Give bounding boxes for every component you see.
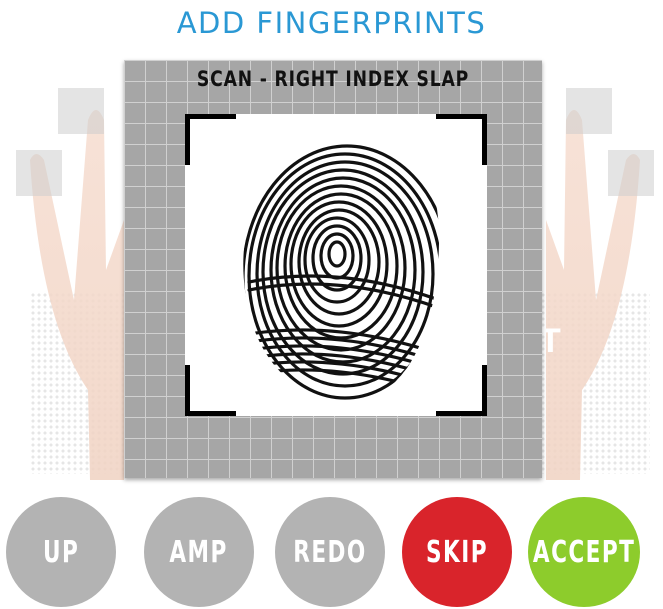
scan-area (185, 114, 487, 416)
skip-button-label: SKIP (426, 534, 488, 570)
up-button[interactable]: UP (6, 497, 116, 607)
amp-button[interactable]: AMP (144, 497, 254, 607)
accept-button[interactable]: ACCEPT (528, 497, 640, 607)
accept-button-label: ACCEPT (532, 534, 636, 570)
skip-button[interactable]: SKIP (402, 497, 512, 607)
amp-button-label: AMP (169, 534, 229, 570)
action-button-row: UP AMP REDO SKIP ACCEPT (0, 497, 663, 609)
left-hand-illustration (10, 90, 140, 480)
left-finger-marker-upper (58, 88, 104, 134)
right-finger-marker-upper (566, 88, 612, 134)
up-button-label: UP (42, 534, 80, 570)
page-title: ADD FINGERPRINTS (176, 6, 487, 40)
background-letter: T (540, 322, 561, 360)
right-hand-illustration (530, 90, 660, 480)
right-finger-marker-lower (608, 150, 654, 196)
redo-button-label: REDO (293, 534, 367, 570)
scan-panel: SCAN - RIGHT INDEX SLAP (124, 60, 542, 478)
scan-label: SCAN - RIGHT INDEX SLAP (196, 67, 470, 91)
redo-button[interactable]: REDO (275, 497, 385, 607)
fingerprint-image (229, 124, 449, 411)
left-finger-marker-lower (16, 150, 62, 196)
